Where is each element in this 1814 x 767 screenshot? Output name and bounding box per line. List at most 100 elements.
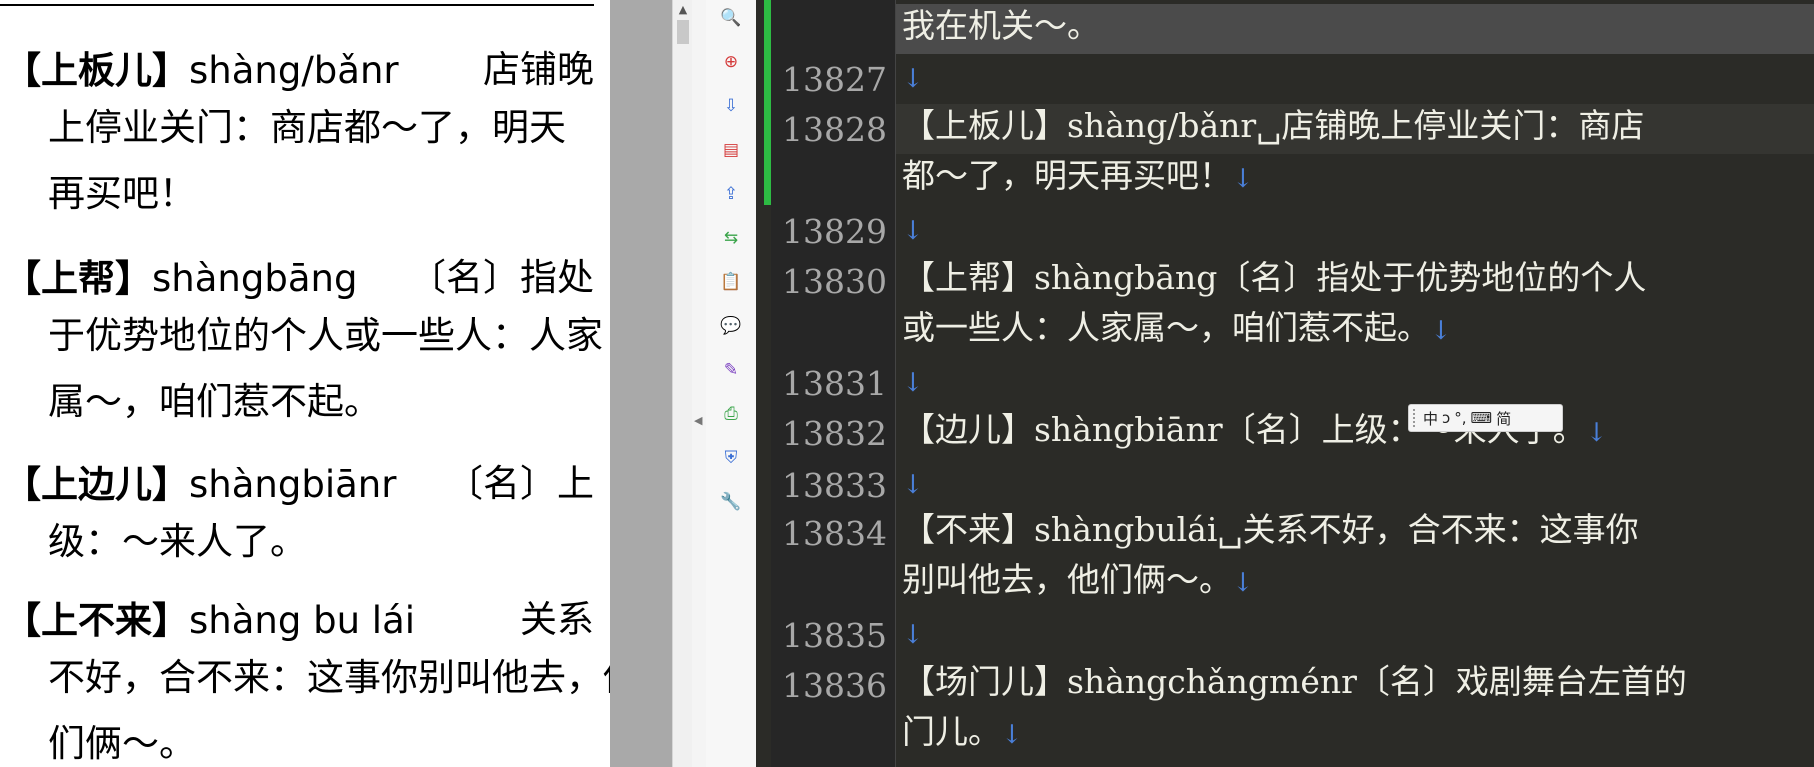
ime-grip-handle[interactable] bbox=[1413, 409, 1419, 427]
return-mark-icon: ↓ bbox=[1232, 164, 1254, 194]
line-number: 13836 bbox=[782, 666, 887, 705]
entry-headword: 【上帮】 bbox=[4, 256, 152, 300]
entry-first-line: 【上帮】shàngbāng bbox=[4, 258, 357, 299]
entry-headword: 【上板儿】 bbox=[4, 48, 189, 92]
editor-line[interactable]: 门儿。↓ bbox=[896, 710, 1814, 760]
editor-line-text: 【上板儿】shàng/bǎnr␣店铺晚上停业关门：商店 bbox=[902, 106, 1645, 145]
entry-definition: 上停业关门：商店都～了，明天 bbox=[48, 106, 566, 149]
export-icon[interactable]: ⇪ bbox=[719, 182, 743, 206]
editor-line-text: ↓ bbox=[902, 56, 924, 99]
editor-line[interactable]: 【不来】shàngbulái␣关系不好，合不来：这事你 bbox=[896, 508, 1814, 558]
entry-headword: 【上不来】 bbox=[4, 598, 189, 642]
editor-line-text: ↓ bbox=[902, 208, 924, 251]
editor-line-text: 或一些人：人家属～，咱们惹不起。↓ bbox=[902, 308, 1452, 347]
entry-pinyin: shàng/bǎnr bbox=[189, 49, 399, 92]
editor-text-area[interactable]: 我在机关～。 ↓ 【上板儿】shàng/bǎnr␣店铺晚上停业关门：商店 都～了，明天… bbox=[896, 0, 1814, 767]
zoom-icon[interactable]: 🔍 bbox=[719, 6, 743, 30]
entry-headword: 【上边儿】 bbox=[4, 462, 189, 506]
editor-line[interactable]: ↓ bbox=[896, 610, 1814, 660]
return-mark-icon: ↓ bbox=[902, 620, 924, 650]
layout-icon[interactable]: ▤ bbox=[719, 138, 743, 162]
entry-pinyin: shàngbiānr bbox=[189, 463, 397, 506]
comment-icon[interactable]: 💬 bbox=[719, 314, 743, 338]
page-gutter bbox=[610, 0, 672, 767]
editor-line[interactable]: 或一些人：人家属～，咱们惹不起。↓ bbox=[896, 306, 1814, 356]
text-editor[interactable]: 13827 13828 13829 13830 13831 13832 13833 13834… bbox=[756, 0, 1814, 767]
line-number: 13832 bbox=[782, 414, 887, 453]
entry-definition: 级：～来人了。 bbox=[48, 520, 307, 563]
entry-pinyin: shàngbāng bbox=[152, 257, 358, 300]
scroll-thumb[interactable] bbox=[677, 20, 689, 44]
ime-keyboard-icon[interactable]: ⌨ bbox=[1471, 409, 1493, 427]
entry-pinyin: shàng bu lái bbox=[189, 599, 416, 642]
top-rule bbox=[0, 4, 594, 6]
entry-first-line: 【上板儿】shàng/bǎnr bbox=[4, 50, 399, 91]
ime-chinese-toggle[interactable]: 中 bbox=[1423, 408, 1438, 429]
scroll-up-icon[interactable]: ▲ bbox=[676, 3, 690, 17]
line-number: 13828 bbox=[782, 110, 887, 149]
line-number: 13834 bbox=[782, 514, 887, 553]
panel-collapse-strip[interactable]: ◀ bbox=[692, 0, 706, 767]
entry-first-line: 【上边儿】shàngbiānr bbox=[4, 464, 396, 505]
line-number: 13835 bbox=[782, 616, 887, 655]
editor-line[interactable]: 【上帮】shàngbāng〔名〕指处于优势地位的个人 bbox=[896, 256, 1814, 306]
editor-line[interactable]: ↓ bbox=[896, 206, 1814, 256]
entry-definition: 属～，咱们惹不起。 bbox=[48, 380, 381, 423]
document-scrollbar[interactable]: ▲ bbox=[672, 0, 693, 767]
editor-line[interactable]: 【边儿】shàngbiānr〔名〕上级：～来人了。↓ bbox=[896, 408, 1814, 458]
entry-definition: 关系 bbox=[520, 598, 594, 641]
editor-line[interactable]: 我在机关～。 bbox=[896, 4, 1814, 54]
pdf-add-icon[interactable]: ⊕ bbox=[719, 50, 743, 74]
editor-line-text: 【上帮】shàngbāng〔名〕指处于优势地位的个人 bbox=[902, 258, 1647, 297]
editor-line-text: 【不来】shàngbulái␣关系不好，合不来：这事你 bbox=[902, 510, 1639, 549]
return-mark-icon: ↓ bbox=[1585, 418, 1608, 448]
editor-line-text: 【场门儿】shàngchǎngménr〔名〕戏剧舞台左首的 bbox=[902, 662, 1687, 701]
ime-punctuation-icon[interactable]: ↄ bbox=[1442, 409, 1450, 427]
tool-rail: 🔍 ⊕ ⇩ ▤ ⇪ ⇆ 📋 💬 ✎ ⎙ ⛨ 🔧 bbox=[706, 0, 757, 767]
entry-definition: 于优势地位的个人或一些人：人家 bbox=[48, 314, 603, 357]
entry-definition: 不好，合不来：这事你别叫他去，他 bbox=[48, 656, 610, 699]
editor-line-text: 别叫他去，他们俩～。↓ bbox=[902, 560, 1254, 599]
entry-first-line: 【上不来】shàng bu lái bbox=[4, 600, 415, 641]
editor-line[interactable]: 别叫他去，他们俩～。↓ bbox=[896, 558, 1814, 608]
scanned-document-page: 【上板儿】shàng/bǎnr 店铺晚 上停业关门：商店都～了，明天 再买吧！ 【上帮】… bbox=[0, 0, 610, 767]
line-number: 13831 bbox=[782, 364, 887, 403]
line-number: 13827 bbox=[782, 60, 887, 99]
editor-line[interactable]: 【场门儿】shàngchǎngménr〔名〕戏剧舞台左首的 bbox=[896, 660, 1814, 710]
tools-icon[interactable]: 🔧 bbox=[719, 490, 743, 514]
entry-definition: 们俩～。 bbox=[48, 722, 196, 765]
entry-definition: 〔名〕指处 bbox=[409, 256, 594, 299]
editor-line-text: ↓ bbox=[902, 612, 924, 655]
change-bar bbox=[764, 0, 771, 205]
ime-width-icon[interactable]: °, bbox=[1454, 409, 1466, 427]
return-mark-icon: ↓ bbox=[902, 368, 924, 398]
print-icon[interactable]: ⎙ bbox=[719, 402, 743, 426]
return-mark-icon: ↓ bbox=[1232, 568, 1254, 598]
shield-icon[interactable]: ⛨ bbox=[719, 446, 743, 470]
ime-simplified-toggle[interactable]: 简 bbox=[1496, 408, 1511, 429]
editor-line-text: 门儿。↓ bbox=[902, 712, 1023, 751]
entry-definition: 〔名〕上 bbox=[446, 462, 594, 505]
line-number: 13829 bbox=[782, 212, 887, 251]
signature-icon[interactable]: ✎ bbox=[719, 358, 743, 382]
extract-icon[interactable]: ⇆ bbox=[719, 226, 743, 250]
import-icon[interactable]: ⇩ bbox=[719, 94, 743, 118]
line-number: 13833 bbox=[782, 466, 887, 505]
clipboard-icon[interactable]: 📋 bbox=[719, 270, 743, 294]
ime-toolbar[interactable]: 中 ↄ °, ⌨ 简 bbox=[1408, 404, 1563, 432]
return-mark-icon: ↓ bbox=[1001, 720, 1023, 750]
line-number: 13830 bbox=[782, 262, 887, 301]
return-mark-icon: ↓ bbox=[902, 470, 924, 500]
editor-line[interactable]: 【上板儿】shàng/bǎnr␣店铺晚上停业关门：商店 bbox=[896, 104, 1814, 154]
editor-line[interactable]: 都～了，明天再买吧！↓ bbox=[896, 154, 1814, 204]
editor-line[interactable]: ↓ bbox=[896, 460, 1814, 510]
editor-line[interactable]: ↓ bbox=[896, 54, 1814, 104]
editor-line-text: 都～了，明天再买吧！↓ bbox=[902, 156, 1254, 195]
entry-definition: 店铺晚 bbox=[483, 48, 594, 91]
return-mark-icon: ↓ bbox=[902, 216, 924, 246]
collapse-arrow-icon[interactable]: ◀ bbox=[694, 414, 702, 427]
editor-line[interactable]: ↓ bbox=[896, 358, 1814, 408]
line-number-gutter: 13827 13828 13829 13830 13831 13832 13833 13834… bbox=[771, 0, 896, 767]
editor-line-text: ↓ bbox=[902, 462, 924, 505]
return-mark-icon: ↓ bbox=[1430, 316, 1452, 346]
